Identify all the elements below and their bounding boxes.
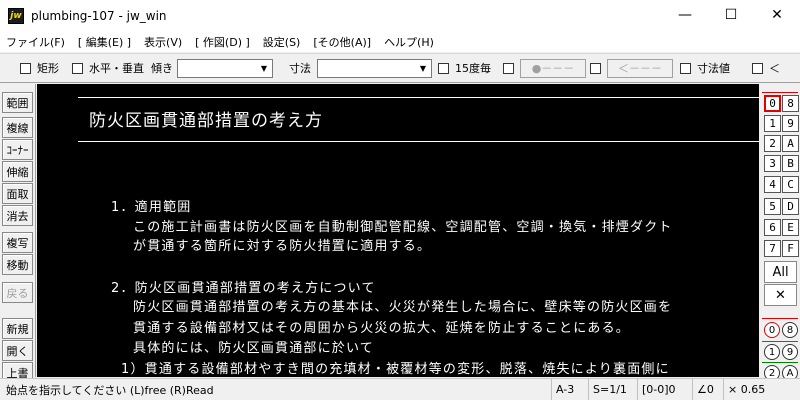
scale-indicator[interactable]: S=1/1 [588,379,636,400]
group-0-button[interactable]: 0 [764,322,780,338]
rect-option[interactable]: 矩形 [20,54,59,82]
layer-e-button[interactable]: E [782,219,799,236]
dim-value-label: 寸法値 [697,62,730,75]
chevron-down-icon[interactable]: ▼ [415,60,431,77]
tool-new-button[interactable]: 新規 [2,318,33,339]
tool-chamfer-button[interactable]: 面取 [2,183,33,204]
point-style-button[interactable]: ●－－－ [520,58,586,78]
layer-0-button[interactable]: 0 [764,95,781,112]
menu-edit[interactable]: [ 編集(E) ] [72,34,138,50]
maximize-button[interactable]: ☐ [708,0,754,30]
heading-rule-top [78,97,759,98]
rect-checkbox[interactable] [20,62,31,74]
doc-text-line: 貫通する設備部材又はその周囲から火災の拡大、延焼を防止することにある。 [133,321,631,336]
menu-settings[interactable]: 設定(S) [257,34,308,50]
point-style-checkbox[interactable] [503,62,514,74]
layer-cross-button[interactable]: ✕ [764,284,797,306]
menu-file[interactable]: ファイル(F) [0,34,72,50]
layer-palette: 0 8 1 9 2 A 3 B 4 C 5 D 6 E 7 F All ✕ 0 … [760,84,800,381]
menu-help[interactable]: ヘルプ(H) [378,34,441,50]
menu-draw[interactable]: [ 作図(D) ] [189,34,257,50]
layer-c-button[interactable]: C [782,176,799,193]
doc-text-line: この施工計画書は防火区画を自動制御配管配線、空調配管、空調・換気・排煙ダクト [133,220,673,235]
tool-move-button[interactable]: 移動 [2,254,33,275]
minimize-button[interactable]: — [662,0,708,30]
doc-text-line: が貫通する箇所に対する防火措置に適用する。 [133,239,432,254]
tool-undo-button[interactable]: 戻る [2,282,33,303]
layer-all-button[interactable]: All [764,261,797,283]
status-bar: 始点を指示してください (L)free (R)Read A-3 S=1/1 [0… [0,378,800,400]
group-8-button[interactable]: 8 [782,322,798,338]
deg15-option[interactable]: 15度毎 [438,54,491,82]
doc-text-line: 防火区画貫通部措置の考え方の基本は、火災が発生した場合に、壁床等の防火区画を [133,300,673,315]
tool-corner-button[interactable]: ｺｰﾅｰ [2,139,33,160]
layer-8-button[interactable]: 8 [782,95,799,112]
layer-6-button[interactable]: 6 [764,219,781,236]
group-indicator-line [762,341,798,342]
layer-indicator[interactable]: [0-0]0 [637,379,691,400]
dim-value-checkbox[interactable] [680,62,691,74]
layer-f-button[interactable]: F [782,240,799,257]
heading-rule-bottom [78,141,759,142]
lt-label: ＜ [769,62,780,75]
arrow-style-checkbox[interactable] [590,62,601,74]
title-bar: jw plumbing-107 - jw_win — ☐ ✕ [0,0,800,32]
drawing-canvas[interactable]: 防火区画貫通部措置の考え方 1．適用範囲 この施工計画書は防火区画を自動制御配管… [37,84,759,377]
chevron-down-icon[interactable]: ▼ [256,60,272,77]
layer-b-button[interactable]: B [782,155,799,172]
hv-checkbox[interactable] [72,62,83,74]
menu-bar: ファイル(F) [ 編集(E) ] 表示(V) [ 作図(D) ] 設定(S) … [0,32,800,52]
dim-combo[interactable]: ▼ [317,58,432,78]
section-1-title: 1．適用範囲 [111,200,192,215]
dim-label: 寸法 [289,62,311,75]
rect-label: 矩形 [37,62,59,75]
angle-indicator[interactable]: ∠0 [692,379,722,400]
drawing-heading: 防火区画貫通部措置の考え方 [89,111,323,131]
group-indicator-line [762,318,798,319]
layer-3-button[interactable]: 3 [764,155,781,172]
close-button[interactable]: ✕ [754,0,800,30]
tool-offset-button[interactable]: 複線 [2,117,33,138]
doc-text-line: 1）貫通する設備部材やすき間の充填材・被覆材等の変形、脱落、焼失により裏面側に [121,362,670,377]
tool-stretch-button[interactable]: 伸縮 [2,161,33,182]
control-toolbar: 矩形 水平・垂直 傾き ▼ 寸法 ▼ 15度毎 ●－－－ ＜－－－ 寸法値 ＜ [0,53,800,83]
app-logo-icon: jw [8,8,24,24]
zoom-indicator[interactable]: × 0.65 [723,379,800,400]
lt-option[interactable]: ＜ [752,54,780,82]
layer-indicator-line [762,92,798,93]
hv-option[interactable]: 水平・垂直 [72,54,144,82]
jw-win-window: jw plumbing-107 - jw_win — ☐ ✕ ファイル(F) [… [0,0,800,400]
tool-range-button[interactable]: 範囲 [2,92,33,113]
layer-d-button[interactable]: D [782,198,799,215]
doc-text-line: 具体的には、防火区画貫通部に於いて [133,341,375,356]
deg15-checkbox[interactable] [438,62,449,74]
menu-view[interactable]: 表示(V) [138,34,189,50]
group-1-button[interactable]: 1 [764,344,780,360]
layer-9-button[interactable]: 9 [782,115,799,132]
menu-other[interactable]: [その他(A)] [307,34,378,50]
tool-copy-button[interactable]: 複写 [2,232,33,253]
layer-4-button[interactable]: 4 [764,176,781,193]
tilt-combo[interactable]: ▼ [177,58,273,78]
deg15-label: 15度毎 [455,62,491,75]
tool-erase-button[interactable]: 消去 [2,205,33,226]
layer-5-button[interactable]: 5 [764,198,781,215]
left-tool-palette: 範囲 複線 ｺｰﾅｰ 伸縮 面取 消去 複写 移動 戻る 新規 開く 上書 [0,84,36,383]
group-9-button[interactable]: 9 [782,344,798,360]
lt-checkbox[interactable] [752,62,763,74]
dim-value-option[interactable]: 寸法値 [680,54,730,82]
layer-2-button[interactable]: 2 [764,135,781,152]
group-indicator-line [762,362,798,363]
tool-open-button[interactable]: 開く [2,340,33,361]
paper-size[interactable]: A-3 [551,379,587,400]
status-message: 始点を指示してください (L)free (R)Read [6,383,214,397]
hv-label: 水平・垂直 [89,62,144,75]
arrow-style-button[interactable]: ＜－－－ [607,58,673,78]
layer-a-button[interactable]: A [782,135,799,152]
tilt-label: 傾き [151,62,173,75]
layer-7-button[interactable]: 7 [764,240,781,257]
layer-1-button[interactable]: 1 [764,115,781,132]
window-title: plumbing-107 - jw_win [31,9,167,23]
section-2-title: 2．防火区画貫通部措置の考え方について [111,281,376,296]
